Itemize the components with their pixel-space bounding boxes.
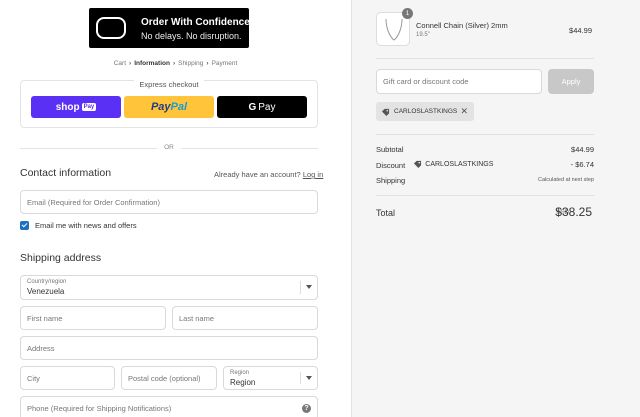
discount-label: Discount bbox=[376, 161, 406, 170]
product-price: $44.99 bbox=[569, 26, 592, 35]
account-prompt-text: Already have an account? bbox=[214, 170, 301, 179]
city-field[interactable] bbox=[20, 366, 115, 390]
total-value: $38.25 bbox=[555, 205, 592, 219]
paypal-button[interactable]: Pay Pal bbox=[124, 96, 214, 118]
product-variant: 19.5" bbox=[416, 32, 430, 38]
country-label: Country/region bbox=[27, 279, 67, 285]
apply-button[interactable]: Apply bbox=[548, 69, 594, 94]
last-name-input[interactable] bbox=[173, 307, 317, 329]
breadcrumb: Cart › Information › Shipping › Payment bbox=[0, 60, 351, 67]
help-icon[interactable]: ? bbox=[302, 404, 311, 413]
country-value: Venezuela bbox=[27, 287, 65, 296]
express-checkout-title: Express checkout bbox=[134, 80, 204, 89]
breadcrumb-shipping: Shipping bbox=[178, 60, 204, 67]
chain-icon bbox=[385, 18, 403, 41]
region-label: Region bbox=[230, 370, 250, 376]
shipping-label: Shipping bbox=[376, 176, 406, 185]
express-checkout: Express checkout shop Pay Pay Pal G Pay bbox=[20, 80, 318, 128]
phone-field[interactable]: ? bbox=[20, 396, 318, 417]
region-value: Region bbox=[230, 378, 256, 387]
postal-code-field[interactable] bbox=[121, 366, 217, 390]
brand-logo-icon bbox=[96, 17, 126, 39]
or-divider: OR bbox=[20, 143, 318, 153]
phone-input[interactable] bbox=[21, 397, 317, 417]
banner-title: Order With Confidence bbox=[141, 17, 250, 28]
newsletter-checkbox[interactable] bbox=[20, 221, 29, 230]
product-name: Connell Chain (Silver) 2mm bbox=[416, 21, 508, 30]
shop-pay-pill: Pay bbox=[81, 103, 97, 111]
postal-code-input[interactable] bbox=[122, 367, 216, 389]
applied-discount-tag: CARLOSLASTKINGS ✕ bbox=[376, 102, 474, 121]
chevron-right-icon: › bbox=[172, 60, 176, 67]
banner-subtitle: No delays. No disruption. bbox=[141, 31, 242, 41]
google-g-icon: G bbox=[248, 101, 257, 113]
region-select[interactable]: Region Region bbox=[223, 366, 318, 390]
first-name-field[interactable] bbox=[20, 306, 166, 330]
confidence-banner: Order With Confidence No delays. No disr… bbox=[89, 8, 250, 48]
email-field[interactable] bbox=[20, 190, 318, 214]
google-pay-button[interactable]: G Pay bbox=[217, 96, 307, 118]
shop-pay-label: shop bbox=[55, 101, 80, 113]
newsletter-label: Email me with news and offers bbox=[35, 221, 137, 230]
chevron-down-icon bbox=[306, 285, 312, 289]
login-link[interactable]: Log in bbox=[303, 170, 323, 179]
discount-row: Discount CARLOSLASTKINGS - $6.74 bbox=[376, 160, 594, 170]
quantity-badge: 1 bbox=[402, 8, 413, 19]
contact-information-title: Contact information bbox=[20, 167, 112, 179]
paypal-label-a: Pay bbox=[150, 101, 171, 113]
subtotal-value: $44.99 bbox=[571, 145, 594, 154]
country-select[interactable]: Country/region Venezuela bbox=[20, 275, 318, 300]
order-summary: 1 Connell Chain (Silver) 2mm 19.5" $44.9… bbox=[351, 0, 640, 417]
discount-code-input[interactable] bbox=[377, 70, 541, 93]
chevron-right-icon: › bbox=[129, 60, 132, 67]
account-prompt: Already have an account? Log in bbox=[214, 170, 323, 179]
tag-icon bbox=[381, 108, 390, 116]
subtotal-label: Subtotal bbox=[376, 145, 404, 154]
total-label: Total bbox=[376, 208, 396, 218]
breadcrumb-information: Information bbox=[134, 60, 170, 67]
subtotal-row: Subtotal $44.99 bbox=[376, 145, 594, 154]
discount-code-label: CARLOSLASTKINGS bbox=[425, 160, 494, 168]
checkout-main-column: Order With Confidence No delays. No disr… bbox=[0, 0, 351, 417]
first-name-input[interactable] bbox=[21, 307, 165, 329]
close-icon[interactable]: ✕ bbox=[460, 106, 468, 116]
paypal-label-b: Pal bbox=[170, 101, 188, 113]
breadcrumb-cart[interactable]: Cart bbox=[114, 60, 126, 67]
email-input[interactable] bbox=[21, 191, 317, 213]
address-input[interactable] bbox=[21, 337, 317, 359]
shipping-value: Calculated at next step bbox=[538, 177, 594, 183]
shipping-row: Shipping Calculated at next step bbox=[376, 176, 594, 185]
last-name-field[interactable] bbox=[172, 306, 318, 330]
shipping-address-title: Shipping address bbox=[20, 252, 102, 264]
address-field[interactable] bbox=[20, 336, 318, 360]
breadcrumb-payment: Payment bbox=[211, 60, 238, 67]
google-pay-label: Pay bbox=[258, 101, 276, 113]
shop-pay-button[interactable]: shop Pay bbox=[31, 96, 121, 118]
city-input[interactable] bbox=[21, 367, 114, 389]
discount-value: - $6.74 bbox=[570, 160, 594, 169]
chevron-down-icon bbox=[306, 376, 312, 380]
chevron-right-icon: › bbox=[206, 60, 209, 67]
or-label: OR bbox=[164, 144, 174, 151]
applied-discount-code: CARLOSLASTKINGS bbox=[394, 108, 458, 115]
tag-icon bbox=[414, 160, 422, 168]
discount-code-field[interactable] bbox=[376, 69, 542, 94]
